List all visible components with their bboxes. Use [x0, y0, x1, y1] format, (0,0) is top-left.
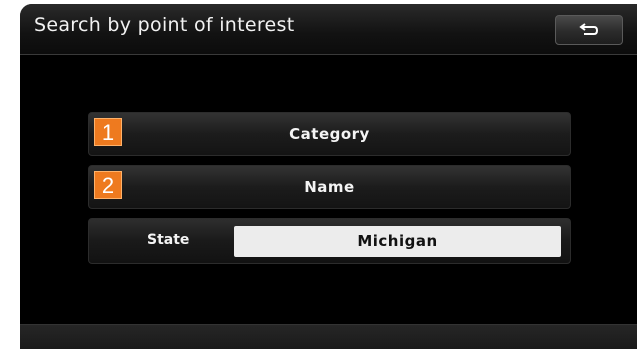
page-title: Search by point of interest [34, 14, 295, 36]
footer-bar [20, 324, 637, 349]
menu-area: 1 Category 2 Name State Michigan [20, 55, 637, 325]
name-button[interactable]: 2 Name [88, 165, 571, 209]
back-arrow-icon [578, 22, 600, 38]
back-button[interactable] [555, 15, 623, 45]
state-row: State Michigan [88, 218, 571, 264]
category-label: Category [289, 125, 370, 143]
nav-screen: Search by point of interest 1 Category 2… [20, 4, 637, 349]
header-bar: Search by point of interest [20, 4, 637, 55]
state-value-field[interactable]: Michigan [234, 226, 561, 257]
category-button[interactable]: 1 Category [88, 112, 571, 156]
name-label: Name [304, 178, 355, 196]
state-label: State [147, 232, 190, 248]
